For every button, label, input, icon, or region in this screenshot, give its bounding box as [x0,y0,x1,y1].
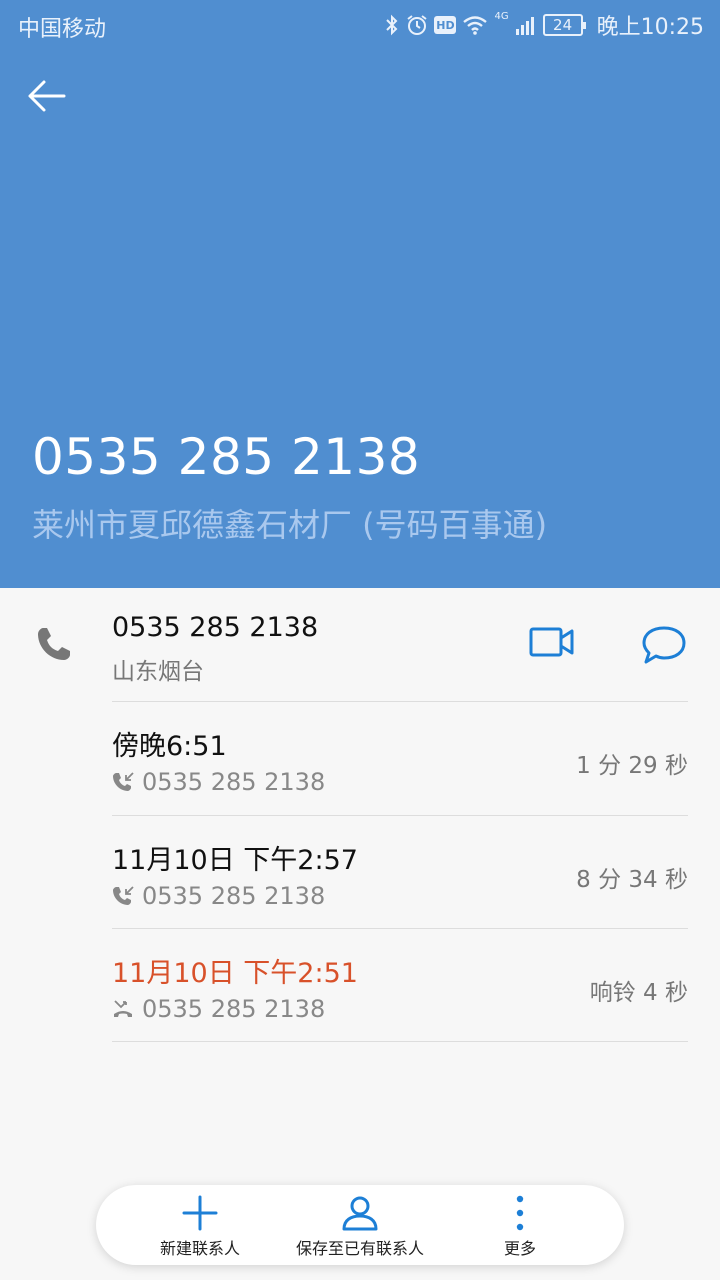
contact-number: 0535 285 2138 [112,612,319,643]
wifi-icon [463,16,488,35]
contact-number-row[interactable]: 0535 285 2138 山东烟台 [0,588,720,701]
call-number-line: 0535 285 2138 [112,995,325,1023]
hd-voice-icon: HD [434,16,457,34]
bluetooth-icon [386,14,398,36]
call-duration: 1 分 29 秒 [576,753,688,779]
bottom-action-bar: 新建联系人 保存至已有联系人 更多 [96,1185,624,1265]
carrier-name: 中国移动 [18,17,107,42]
arrow-left-icon [28,80,66,112]
header-phone-number: 0535 285 2138 [32,428,421,486]
save-to-existing-contact-button[interactable]: 保存至已有联系人 [280,1185,440,1265]
call-duration: 响铃 4 秒 [589,980,688,1006]
save-to-existing-label: 保存至已有联系人 [295,1239,424,1258]
call-log-entry[interactable]: 11月10日 下午2:51 0535 285 2138 响铃 4 秒 [0,929,720,1042]
call-time: 11月10日 下午2:51 [112,958,358,989]
missed-call-icon [114,1000,132,1017]
message-button[interactable] [640,624,688,672]
call-duration: 8 分 34 秒 [576,867,688,893]
battery-indicator: 24 [542,14,586,36]
chat-bubble-icon [642,626,686,664]
call-number: 0535 285 2138 [142,995,326,1023]
status-bar: 中国移动 HD 4G 24 晚上10:25 [0,0,720,50]
new-contact-button[interactable]: 新建联系人 [140,1185,260,1265]
alarm-icon [407,15,428,35]
network-type: 4G [494,11,509,22]
divider [112,1041,688,1042]
new-contact-label: 新建联系人 [159,1239,240,1258]
phone-icon [38,628,70,660]
incoming-call-icon [113,886,134,905]
signal-icon [515,17,534,35]
person-icon [342,1196,378,1231]
video-call-button[interactable] [528,624,576,664]
call-time: 11月10日 下午2:57 [112,845,358,876]
video-camera-icon [529,627,574,657]
contact-header: 中国移动 HD 4G 24 晚上10:25 0535 285 2138 莱州市夏… [0,0,720,588]
header-number-description: 莱州市夏邱德鑫石材厂 (号码百事通) [32,506,548,544]
status-icons: HD 4G 24 晚上10:25 [384,9,704,41]
status-time: 晚上10:25 [596,15,704,40]
call-log-entry[interactable]: 傍晚6:51 0535 285 2138 1 分 29 秒 [0,702,720,815]
call-number-line: 0535 285 2138 [112,882,325,910]
more-label: 更多 [503,1239,536,1258]
call-log-entry[interactable]: 11月10日 下午2:57 0535 285 2138 8 分 34 秒 [0,816,720,929]
plus-icon [182,1195,218,1231]
contact-location: 山东烟台 [112,659,204,685]
call-number: 0535 285 2138 [142,768,326,796]
incoming-call-icon [113,772,134,791]
call-number: 0535 285 2138 [142,882,326,910]
more-vertical-icon [516,1195,524,1231]
more-button[interactable]: 更多 [480,1185,560,1265]
back-button[interactable] [24,74,70,120]
call-number-line: 0535 285 2138 [112,768,325,796]
call-time: 傍晚6:51 [112,731,227,762]
